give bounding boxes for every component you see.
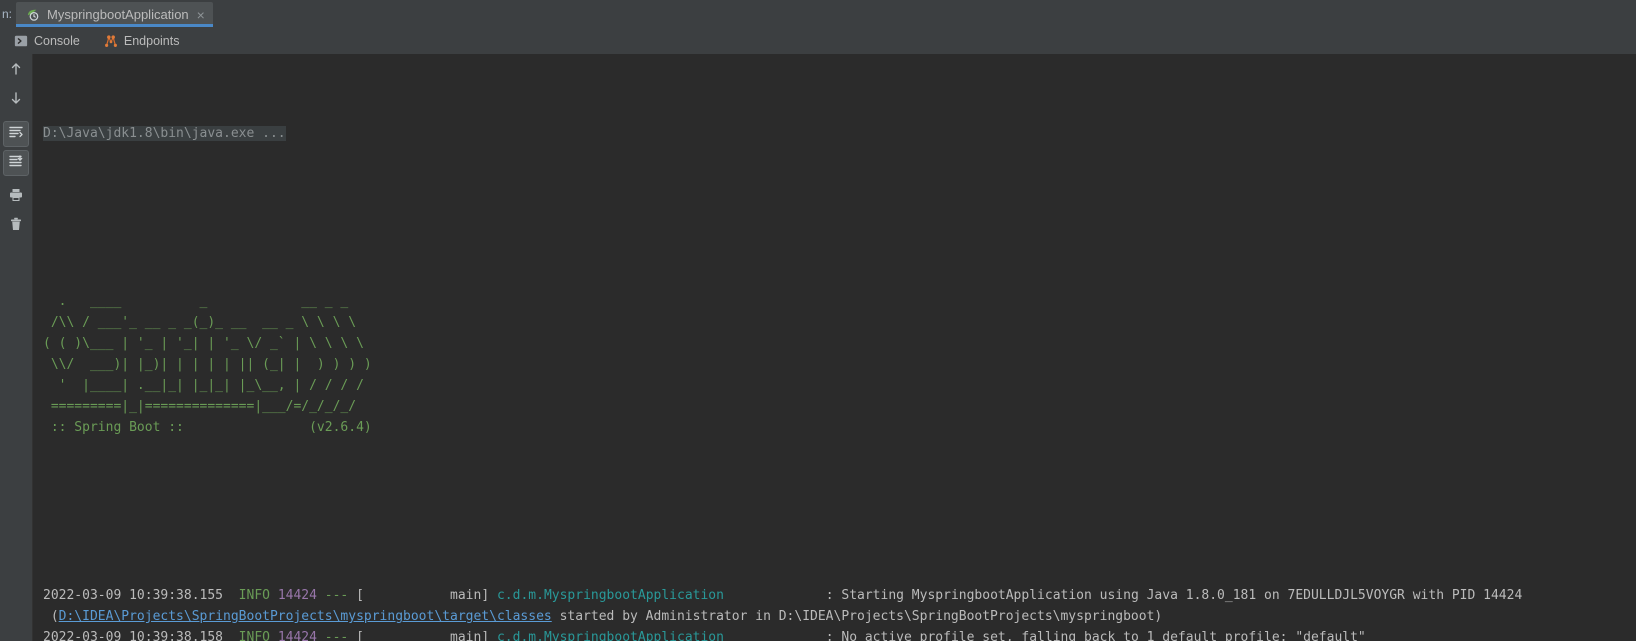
log-timestamp: 2022-03-09 10:39:38.155: [43, 588, 239, 603]
log-thread: [ main]: [356, 588, 497, 603]
log-message-suffix: started by Administrator in D:\IDEA\Proj…: [551, 609, 1163, 624]
banner-line: =========|_|==============|___/=/_/_/_/: [43, 399, 357, 414]
tab-endpoints[interactable]: Endpoints: [100, 30, 184, 52]
console-output[interactable]: D:\Java\jdk1.8\bin\java.exe ... . ____ _…: [33, 54, 1636, 641]
log-pid: 14424: [277, 588, 317, 603]
scroll-down-button[interactable]: [3, 87, 29, 113]
tool-window-label: n:: [2, 7, 13, 21]
arrow-down-icon: [8, 90, 24, 110]
tab-console[interactable]: Console: [10, 30, 84, 52]
endpoints-icon: [104, 34, 118, 48]
console-icon: [14, 34, 28, 48]
log-gap: [270, 630, 278, 641]
log-message: : Starting MyspringbootApplication using…: [723, 588, 1523, 603]
log-separator: ---: [316, 588, 357, 603]
log-pid: 14424: [277, 630, 317, 641]
classpath-link[interactable]: D:\IDEA\Projects\SpringBootProjects\mysp…: [59, 609, 552, 624]
tab-console-label: Console: [34, 33, 80, 48]
soft-wrap-icon: [8, 124, 24, 144]
banner-line: . ____ _ __ _ _: [43, 294, 349, 309]
spring-boot-banner: . ____ _ __ _ _ /\\ / ___'_ __ _ _(_)_ _…: [43, 291, 1636, 438]
console-command-line: D:\Java\jdk1.8\bin\java.exe ...: [43, 123, 1636, 144]
console-sub-tab-bar: Console Endpoints: [0, 27, 1636, 54]
log-level: INFO: [238, 630, 270, 641]
log-logger: c.d.m.MyspringbootApplication: [496, 630, 724, 641]
banner-line: ( ( )\___ | '_ | '_| | '_ \/ _` | \ \ \ …: [43, 336, 364, 351]
banner-line: /\\ / ___'_ __ _ _(_)_ __ __ _ \ \ \ \: [43, 315, 357, 330]
console-log-continuation: (D:\IDEA\Projects\SpringBootProjects\mys…: [43, 606, 1636, 627]
log-gap: [270, 588, 278, 603]
run-configuration-tab[interactable]: MyspringbootApplication ×: [16, 2, 213, 27]
run-tab-title: MyspringbootApplication: [47, 7, 189, 22]
banner-line: ' |____| .__|_| |_|_| |_\__, | / / / /: [43, 378, 364, 393]
banner-line: \\/ ___)| |_)| | | | | || (_| | ) ) ) ): [43, 357, 372, 372]
log-message: : No active profile set, falling back to…: [723, 630, 1366, 641]
console-log-line: 2022-03-09 10:39:38.155 INFO 14424 --- […: [43, 585, 1636, 606]
banner-version-line: :: Spring Boot :: (v2.6.4): [43, 420, 372, 435]
command-line-text: D:\Java\jdk1.8\bin\java.exe ...: [43, 126, 286, 141]
run-tool-window: n: MyspringbootApplication × Console End…: [0, 0, 1636, 641]
log-thread: [ main]: [356, 630, 497, 641]
arrow-up-icon: [8, 61, 24, 81]
trash-icon: [8, 216, 24, 236]
log-message-prefix: (: [43, 609, 59, 624]
clear-all-button[interactable]: [3, 213, 29, 239]
printer-icon: [8, 187, 24, 207]
print-button[interactable]: [3, 184, 29, 210]
log-separator: ---: [316, 630, 357, 641]
soft-wrap-button[interactable]: [3, 121, 29, 147]
console-toolbar: [0, 54, 33, 641]
log-timestamp: 2022-03-09 10:39:38.158: [43, 630, 239, 641]
scroll-up-button[interactable]: [3, 58, 29, 84]
scroll-end-icon: [8, 153, 24, 173]
log-logger: c.d.m.MyspringbootApplication: [496, 588, 724, 603]
console-log-line: 2022-03-09 10:39:38.158 INFO 14424 --- […: [43, 627, 1636, 641]
spring-boot-run-icon: [26, 7, 41, 22]
console-log-list: 2022-03-09 10:39:38.155 INFO 14424 --- […: [43, 585, 1636, 641]
run-tab-bar: n: MyspringbootApplication ×: [0, 0, 1636, 27]
tab-endpoints-label: Endpoints: [123, 33, 180, 48]
scroll-to-end-button[interactable]: [3, 150, 29, 176]
log-level: INFO: [238, 588, 270, 603]
close-icon[interactable]: ×: [195, 8, 205, 22]
